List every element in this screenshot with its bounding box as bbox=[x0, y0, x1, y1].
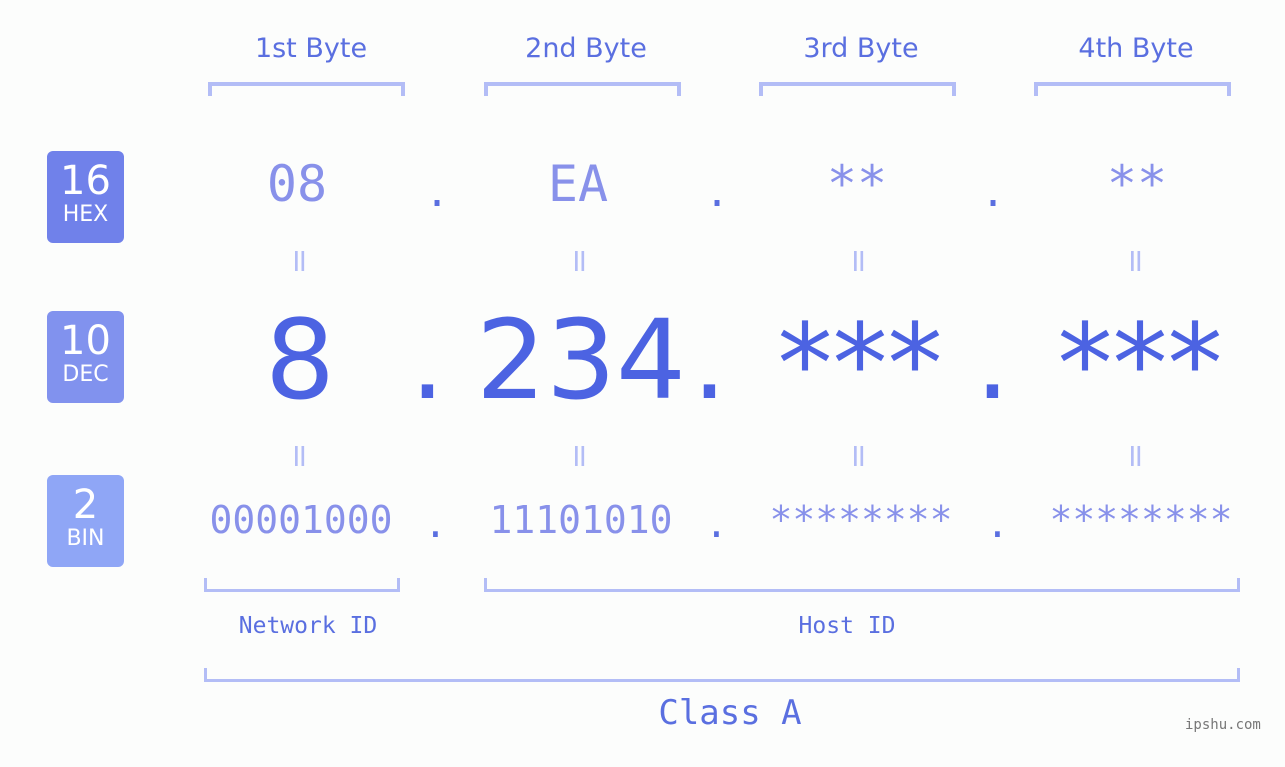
dec-byte-1: 8 bbox=[265, 296, 335, 424]
hex-byte-3: ** bbox=[826, 155, 888, 213]
bin-separator-2: . bbox=[705, 502, 728, 546]
dec-badge-number: 10 bbox=[60, 318, 111, 364]
bin-badge-label: BIN bbox=[66, 526, 105, 551]
bin-byte-4: ******** bbox=[1049, 498, 1233, 542]
header-byte-2: 2nd Byte bbox=[525, 33, 647, 64]
class-bracket bbox=[204, 668, 1240, 682]
hex-badge-label: HEX bbox=[62, 202, 109, 227]
hex-byte-4: ** bbox=[1106, 155, 1168, 213]
bin-badge-number: 2 bbox=[72, 482, 99, 528]
equals-icon: = bbox=[840, 442, 878, 470]
dec-badge-label: DEC bbox=[62, 362, 109, 387]
bin-separator-1: . bbox=[424, 502, 447, 546]
watermark: ipshu.com bbox=[1185, 717, 1261, 733]
header-byte-3: 3rd Byte bbox=[803, 33, 919, 64]
equals-icon: = bbox=[1117, 247, 1155, 275]
header-byte-1: 1st Byte bbox=[254, 33, 368, 64]
class-label: Class A bbox=[658, 693, 802, 733]
equals-icon: = bbox=[1117, 442, 1155, 470]
bin-byte-1: 00001000 bbox=[209, 498, 393, 542]
hex-badge: 16 HEX bbox=[47, 151, 124, 243]
hex-byte-2: EA bbox=[547, 155, 609, 213]
equals-icon: = bbox=[281, 247, 319, 275]
network-id-bracket bbox=[204, 578, 400, 592]
dec-badge: 10 DEC bbox=[47, 311, 124, 403]
equals-icon: = bbox=[561, 247, 599, 275]
host-id-label: Host ID bbox=[798, 613, 896, 639]
hex-separator-2: . bbox=[705, 170, 730, 216]
bin-byte-2: 11101010 bbox=[489, 498, 673, 542]
equals-icon: = bbox=[840, 247, 878, 275]
hex-separator-3: . bbox=[981, 170, 1006, 216]
bracket-byte-4 bbox=[1034, 82, 1231, 96]
hex-badge-number: 16 bbox=[60, 158, 111, 204]
hex-separator-1: . bbox=[425, 170, 450, 216]
dec-byte-4: *** bbox=[1057, 300, 1223, 428]
equals-icon: = bbox=[561, 442, 599, 470]
bin-separator-3: . bbox=[986, 502, 1009, 546]
equals-icon: = bbox=[281, 442, 319, 470]
dec-separator-2: . bbox=[692, 296, 727, 424]
bin-byte-3: ******** bbox=[769, 498, 953, 542]
dec-byte-2: 234 bbox=[476, 296, 686, 424]
dec-separator-3: . bbox=[975, 296, 1010, 424]
network-id-label: Network ID bbox=[238, 613, 378, 639]
dec-byte-3: *** bbox=[777, 300, 943, 428]
bracket-byte-3 bbox=[759, 82, 956, 96]
bracket-byte-2 bbox=[484, 82, 681, 96]
dec-separator-1: . bbox=[410, 296, 445, 424]
bracket-byte-1 bbox=[208, 82, 405, 96]
host-id-bracket bbox=[484, 578, 1240, 592]
bin-badge: 2 BIN bbox=[47, 475, 124, 567]
header-byte-4: 4th Byte bbox=[1078, 33, 1194, 64]
hex-byte-1: 08 bbox=[266, 155, 328, 213]
